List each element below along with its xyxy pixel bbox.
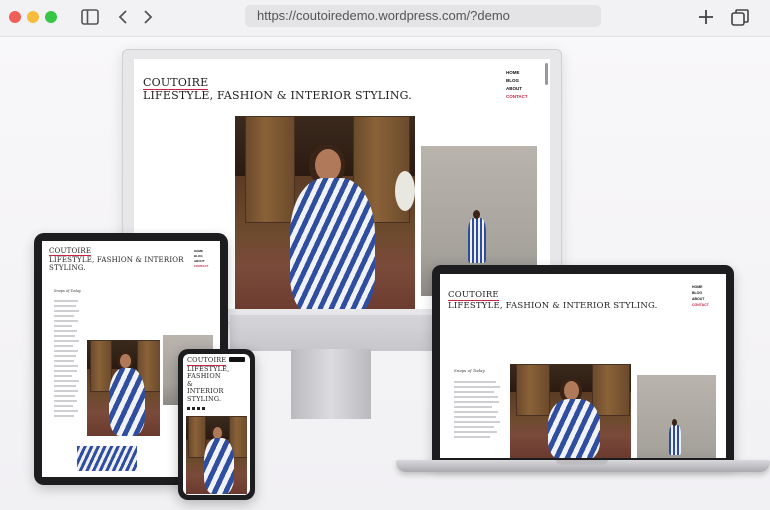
phone-site-header: COUTOIRE LIFESTYLE, FASHION & INTERIOR S… — [187, 356, 229, 403]
nav-blog[interactable]: BLOG — [506, 77, 528, 85]
close-window-button[interactable] — [9, 11, 21, 23]
laptop-sidebar-heading: Snaps of Today — [454, 368, 485, 373]
laptop-site-brand[interactable]: COUTOIRE — [448, 290, 499, 301]
tablet-hero-photo — [87, 340, 160, 436]
site-nav: HOME BLOG ABOUT CONTACT — [506, 69, 528, 101]
nav-home[interactable]: HOME — [506, 69, 528, 77]
address-bar[interactable]: https://coutoiredemo.wordpress.com/?demo — [245, 5, 601, 27]
phone-social-icons[interactable] — [187, 407, 207, 410]
laptop-site-tagline: LIFESTYLE, FASHION & INTERIOR STYLING. — [448, 301, 658, 311]
tablet-lower-photo — [77, 446, 137, 471]
laptop-site-header: COUTOIRE LIFESTYLE, FASHION & INTERIOR S… — [448, 290, 658, 311]
tablet-site-nav: HOME BLOG ABOUT CONTACT — [194, 249, 208, 269]
desktop-stand — [291, 349, 371, 419]
tablet-site-brand[interactable]: COUTOIRE — [49, 247, 92, 256]
plus-icon[interactable] — [698, 9, 714, 25]
phone-hero-photo — [186, 416, 247, 494]
chevron-right-icon[interactable] — [142, 9, 154, 25]
tablet-sidebar-text — [54, 297, 80, 420]
site-header: COUTOIRE LIFESTYLE, FASHION & INTERIOR S… — [143, 77, 412, 102]
laptop-nav-contact[interactable]: CONTACT — [692, 302, 709, 308]
tabs-overview-icon[interactable] — [731, 9, 749, 26]
tablet-nav-contact[interactable]: CONTACT — [194, 264, 208, 269]
zoom-window-button[interactable] — [45, 11, 57, 23]
laptop-hero-photo — [510, 364, 631, 458]
url-text: https://coutoiredemo.wordpress.com/?demo — [257, 8, 510, 23]
laptop-site-nav: HOME BLOG ABOUT CONTACT — [692, 284, 709, 308]
chevron-left-icon[interactable] — [117, 9, 129, 25]
tablet-site-header: COUTOIRE LIFESTYLE, FASHION & INTERIOR S… — [49, 247, 184, 272]
phone-screen: COUTOIRE LIFESTYLE, FASHION & INTERIOR S… — [183, 354, 250, 495]
device-mockup-stage: COUTOIRE LIFESTYLE, FASHION & INTERIOR S… — [0, 37, 770, 510]
browser-toolbar: https://coutoiredemo.wordpress.com/?demo — [0, 0, 770, 37]
site-tagline: LIFESTYLE, FASHION & INTERIOR STYLING. — [143, 89, 412, 102]
tablet-tagline-line-2: STYLING. — [49, 264, 86, 272]
tablet-sidebar-heading: Snaps of Today — [54, 289, 81, 293]
sidebar-toggle-icon[interactable] — [81, 9, 99, 25]
phone-menu-button[interactable] — [229, 357, 245, 362]
laptop-screen: COUTOIRE LIFESTYLE, FASHION & INTERIOR S… — [440, 274, 726, 458]
minimize-window-button[interactable] — [27, 11, 39, 23]
nav-about[interactable]: ABOUT — [506, 85, 528, 93]
laptop-notch — [556, 460, 608, 465]
laptop-secondary-photo — [637, 375, 716, 458]
page-scrollbar[interactable] — [545, 63, 548, 85]
laptop-sidebar-text — [454, 378, 504, 441]
nav-contact[interactable]: CONTACT — [506, 93, 528, 101]
tablet-tagline-line-1: LIFESTYLE, FASHION & INTERIOR — [49, 256, 184, 264]
desktop-chin — [230, 315, 432, 351]
phone-title-line-6: STYLING. — [187, 394, 222, 403]
hero-photo — [235, 116, 415, 309]
